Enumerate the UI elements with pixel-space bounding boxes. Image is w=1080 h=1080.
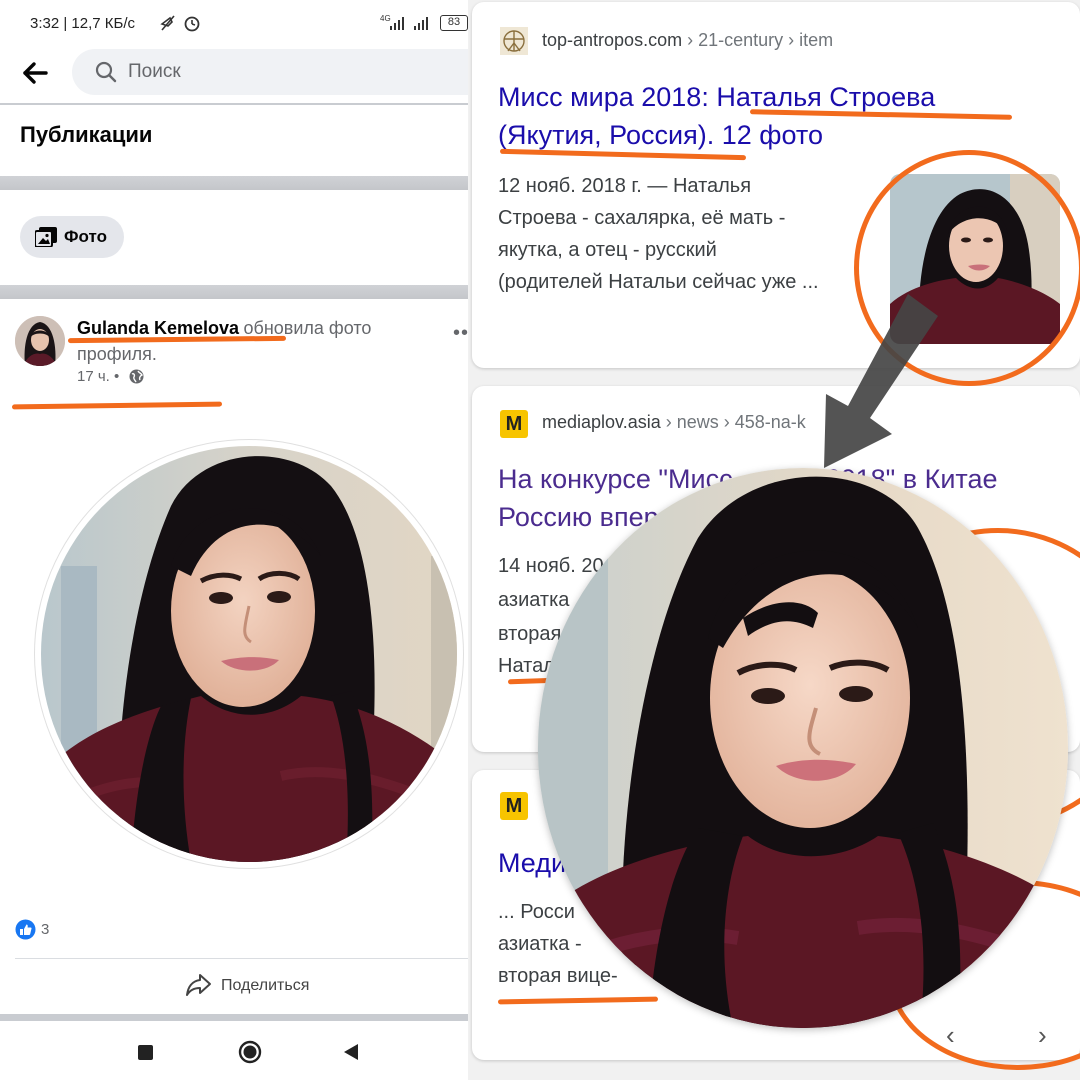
like-icon xyxy=(15,919,36,940)
result-snippet-line: азиатка xyxy=(498,589,570,611)
filter-chip-photo[interactable]: Фото xyxy=(20,216,124,258)
result-domain: mediaplov.asia xyxy=(542,412,661,432)
result-snippet-line: (родителей Натальи сейчас уже ... xyxy=(498,271,819,293)
result-title-line-1[interactable]: Мисс мира 2018: Наталья Строева xyxy=(498,78,935,116)
post-time: 17 ч. • xyxy=(77,368,120,385)
post-action-text: обновила фото xyxy=(243,318,372,338)
post-action-text-2: профиля. xyxy=(77,344,157,364)
battery-indicator: 83 xyxy=(440,15,468,31)
bottom-divider xyxy=(0,1014,500,1021)
profile-photo xyxy=(41,446,457,862)
search-icon xyxy=(95,61,117,83)
site-favicon-icon: M xyxy=(500,792,528,820)
status-icons xyxy=(160,15,200,32)
recents-icon[interactable] xyxy=(138,1045,153,1060)
back-triangle-icon[interactable] xyxy=(342,1043,360,1061)
posts-divider xyxy=(0,285,500,299)
search-input[interactable]: Поиск xyxy=(72,49,492,95)
home-icon[interactable] xyxy=(238,1040,262,1064)
result-snippet-line: ... Росси xyxy=(498,901,575,923)
header-divider xyxy=(0,103,500,105)
author-avatar[interactable] xyxy=(15,316,65,366)
enlarged-portrait-image xyxy=(538,468,1068,1028)
enlarged-photo xyxy=(538,468,1068,1028)
result-title-line-2[interactable]: (Якутия, Россия). 12 фото xyxy=(498,116,823,154)
globe-icon xyxy=(129,369,144,384)
section-title: Публикации xyxy=(20,122,153,147)
reactions-count: 3 xyxy=(41,921,50,938)
arrow-left-icon[interactable] xyxy=(22,60,48,86)
result-source: top-antropos.com › 21-century › item xyxy=(542,30,833,51)
result-snippet-line: вторая xyxy=(498,623,562,645)
portrait-image xyxy=(41,446,457,862)
result-title-part: На конкурсе "Мисс xyxy=(498,464,733,494)
filter-chip-label: Фото xyxy=(64,227,107,246)
photo-icon xyxy=(35,227,57,247)
arrow-down-left-icon xyxy=(824,294,938,468)
avatar-photo xyxy=(15,316,65,366)
result-path: › news › 458-na-k xyxy=(660,412,806,432)
share-button[interactable]: Поделиться xyxy=(185,972,325,1002)
profile-photo-frame[interactable] xyxy=(35,440,463,868)
site-favicon-icon: M xyxy=(500,410,528,438)
reactions-divider xyxy=(15,958,485,959)
post-author-name[interactable]: Gulanda Kemelova xyxy=(77,318,239,338)
result-path: › 21-century › item xyxy=(682,30,834,50)
result-source: mediaplov.asia › news › 458-na-k xyxy=(542,412,806,433)
section-divider xyxy=(0,176,500,190)
signal-icon xyxy=(390,17,428,30)
share-icon xyxy=(186,974,211,996)
result-domain: top-antropos.com xyxy=(542,30,683,50)
result-snippet-line: азиатка - xyxy=(498,933,582,955)
result-snippet-line: якутка, а отец - русский xyxy=(498,239,717,261)
share-label: Поделиться xyxy=(221,977,310,994)
result-snippet-line: 12 нояб. 2018 г. — Наталья xyxy=(498,175,752,197)
facebook-screen: 3:32 | 12,7 КБ/с 4G 83 Поиск Публикации xyxy=(0,0,500,1080)
highlight-underline xyxy=(11,401,223,410)
search-placeholder: Поиск xyxy=(128,61,181,82)
status-time: 3:32 | 12,7 КБ/с xyxy=(30,15,136,32)
result-snippet-line: 14 нояб. 20 xyxy=(498,555,604,577)
site-favicon-icon xyxy=(500,27,528,55)
result-snippet-line: вторая вице- xyxy=(498,965,618,987)
result-snippet-line: Строева - сахалярка, её мать - xyxy=(498,207,786,229)
